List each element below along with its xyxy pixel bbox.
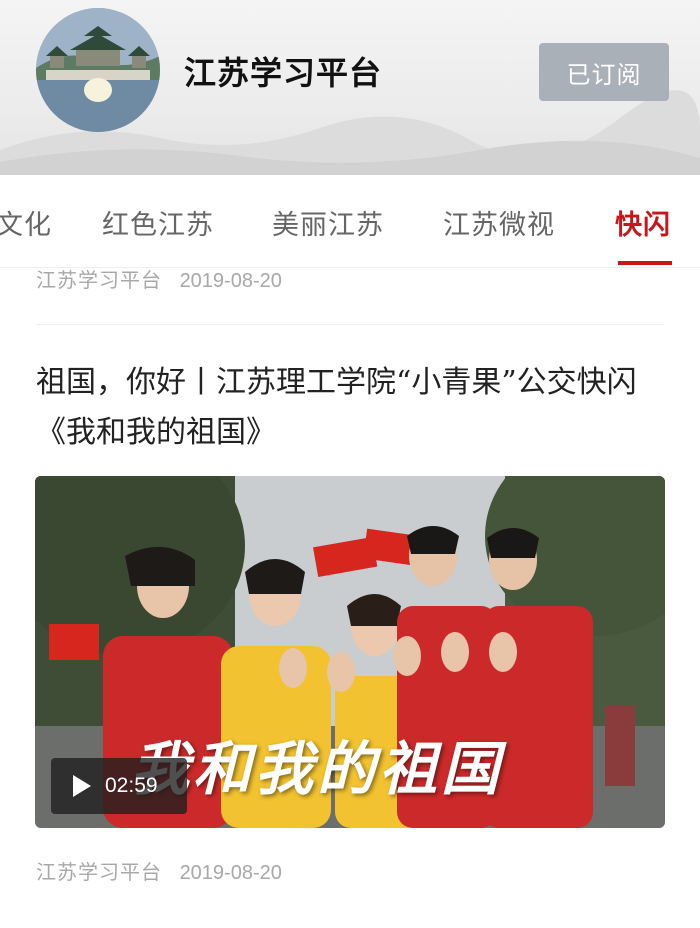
video-duration-badge[interactable]: 02:59: [51, 758, 187, 814]
article-title[interactable]: 祖国，你好丨江苏理工学院“小青果”公交快闪《我和我的祖国》: [36, 358, 666, 458]
channel-header: 江苏学习平台 已订阅: [0, 0, 700, 175]
pavilion-avatar-icon: [36, 8, 160, 132]
play-icon[interactable]: [73, 775, 91, 797]
divider: [36, 324, 664, 325]
article-meta: 江苏学习平台 2019-08-20: [36, 856, 282, 885]
video-duration: 02:59: [105, 774, 158, 797]
tab-flash-mob[interactable]: 快闪: [615, 203, 671, 242]
tab-red-jiangsu[interactable]: 红色江苏: [102, 203, 214, 242]
article-meta: 江苏学习平台 2019-08-20: [36, 264, 282, 293]
article-date: 2019-08-20: [179, 270, 282, 292]
article-source: 江苏学习平台: [36, 862, 162, 884]
tab-beautiful-jiangsu[interactable]: 美丽江苏: [272, 203, 384, 242]
subscribe-button[interactable]: 已订阅: [539, 43, 669, 101]
channel-title: 江苏学习平台: [184, 54, 383, 92]
video-thumbnail[interactable]: 我和我的祖国 02:59: [35, 476, 665, 828]
channel-avatar[interactable]: [36, 8, 160, 132]
category-tabs: 文化 红色江苏 美丽江苏 江苏微视 快闪: [0, 175, 700, 268]
tab-culture[interactable]: 文化: [0, 203, 52, 242]
active-tab-indicator: [618, 261, 672, 265]
article-source: 江苏学习平台: [36, 270, 162, 292]
tab-jiangsu-microvideo[interactable]: 江苏微视: [443, 203, 555, 242]
article-date: 2019-08-20: [179, 862, 282, 884]
